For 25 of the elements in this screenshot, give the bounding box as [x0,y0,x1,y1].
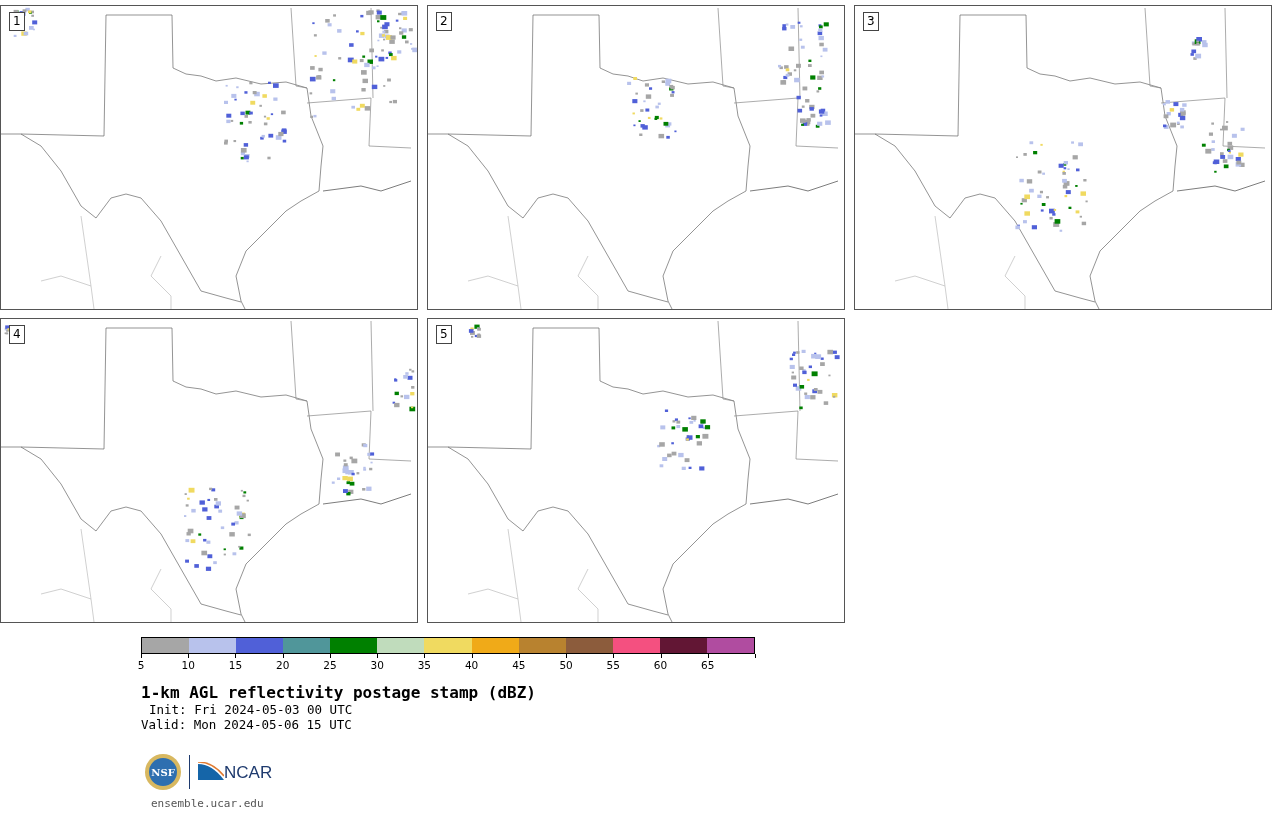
tick-label: 60 [653,659,668,671]
tick-label: 55 [606,659,620,671]
tick-label: 5 [137,659,145,671]
ncar-swoosh-icon [198,762,224,782]
tick-label: 45 [512,659,526,671]
init-time: Init: Fri 2024-05-03 00 UTC [149,702,354,717]
tick-label: 35 [417,659,432,671]
website-url: ensemble.ucar.edu [151,796,265,812]
member-number: 2 [436,12,452,31]
tick-label: 15 [228,659,243,671]
tick-label: 25 [323,659,337,671]
member-number: 3 [863,12,879,31]
member-number: 4 [9,325,25,344]
nsf-logo: NSF [145,754,181,790]
tick-label: 10 [181,659,195,671]
tick-label: 30 [370,659,384,671]
member-number: 5 [436,325,452,344]
tick-label: 40 [464,659,479,671]
tick-label: 65 [701,659,715,671]
chart-title: 1-km AGL reflectivity postage stamp (dBZ) [141,684,537,702]
member-number: 1 [9,12,25,31]
ncar-logo: NCAR [198,762,273,782]
tick-label: 20 [276,659,290,671]
valid-time: Valid: Mon 2024-05-06 15 UTC [141,717,353,732]
tick-label: 50 [559,659,573,671]
